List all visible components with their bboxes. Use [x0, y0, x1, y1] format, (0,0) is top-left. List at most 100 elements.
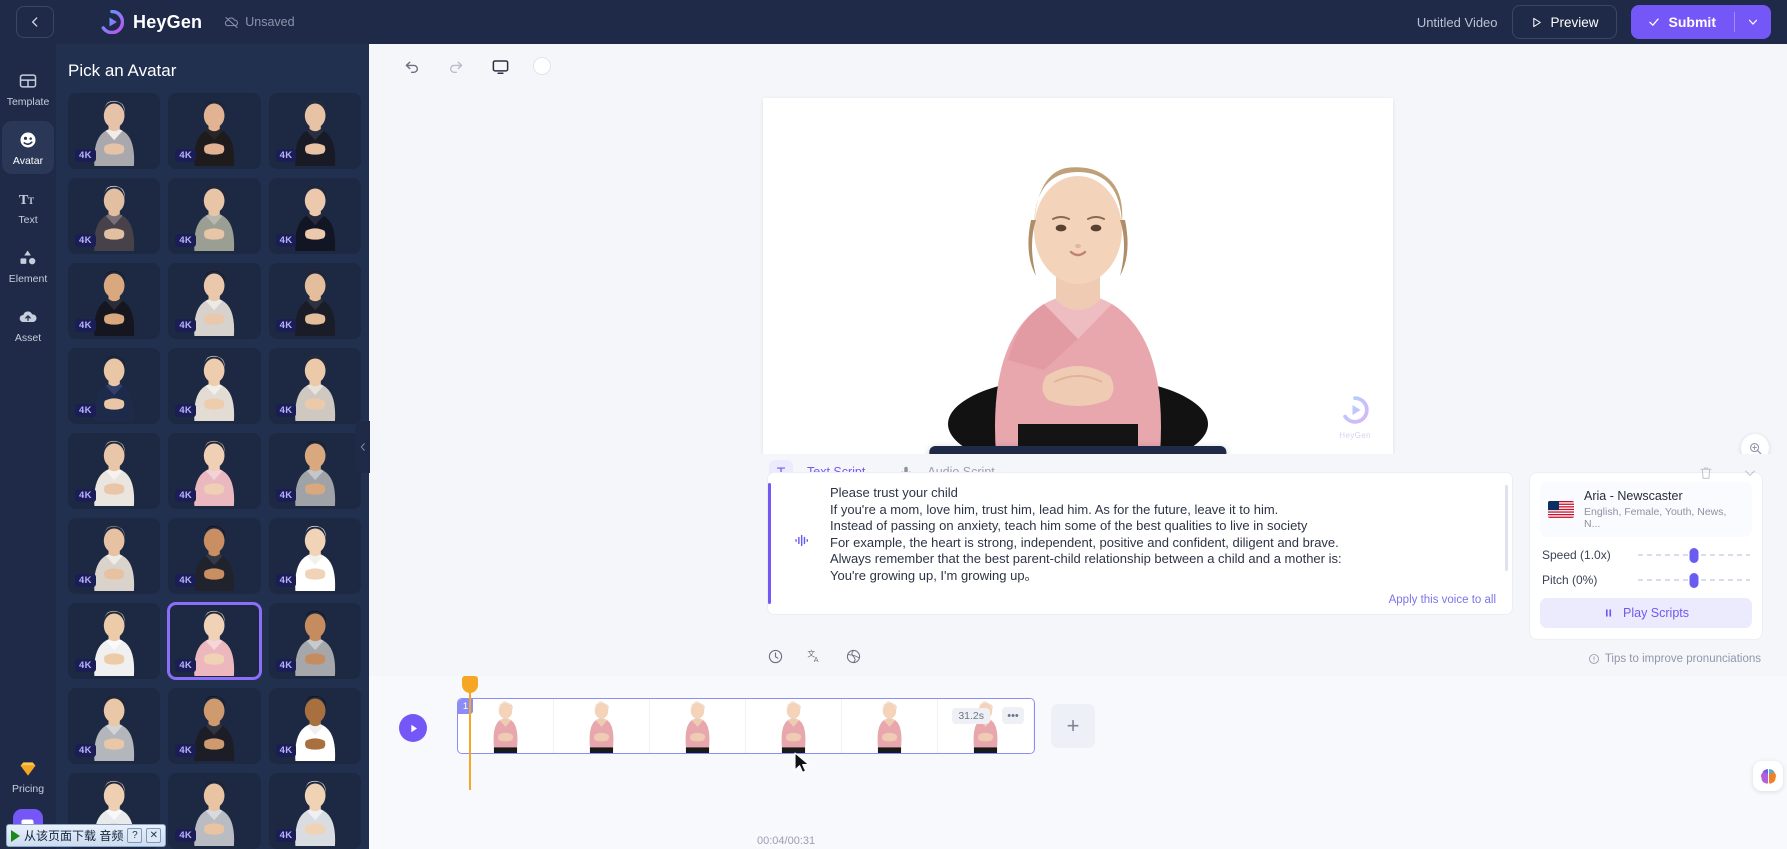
preview-button[interactable]: Preview	[1512, 5, 1617, 39]
script-line: Please trust your child	[830, 485, 1496, 502]
submit-button[interactable]: Submit	[1631, 5, 1734, 39]
quality-badge: 4K	[175, 574, 196, 587]
avatar-card[interactable]: 4K	[168, 518, 260, 594]
collapse-script-button[interactable]	[1739, 462, 1761, 484]
time-code: 00:04/00:31	[757, 835, 815, 847]
script-scrollbar[interactable]	[1505, 485, 1508, 571]
sidebar-item-asset[interactable]: Asset	[2, 298, 54, 351]
editor-area: HeyGen Avatar animation is available aft…	[369, 44, 1787, 849]
timeline: 1 31.2s ••• + 00:04/00:31	[369, 676, 1787, 849]
avatar-card[interactable]: 4K	[168, 348, 260, 424]
avatar-card[interactable]: 4K	[269, 773, 361, 849]
quality-badge: 4K	[276, 319, 297, 332]
translate-icon[interactable]: 文 A	[806, 648, 823, 670]
sidebar-item-template[interactable]: Template	[2, 62, 54, 115]
play-scripts-button[interactable]: Play Scripts	[1540, 598, 1752, 628]
avatar-card[interactable]: 4K	[68, 348, 160, 424]
sidebar-item-element[interactable]: Element	[2, 239, 54, 292]
ai-assistant-button[interactable]	[1753, 761, 1783, 791]
avatar-card[interactable]: 4K	[269, 688, 361, 764]
avatar-card[interactable]: 4K	[269, 178, 361, 254]
text-icon: T T	[18, 189, 38, 209]
avatar-card[interactable]: 4K	[68, 603, 160, 679]
avatar-card[interactable]: 4K	[168, 603, 260, 679]
back-button[interactable]	[16, 6, 54, 38]
svg-text:A: A	[814, 656, 819, 664]
document-title[interactable]: Untitled Video	[1417, 15, 1498, 30]
redo-button[interactable]	[445, 55, 467, 77]
speed-slider-thumb[interactable]	[1690, 548, 1699, 563]
clip-thumbnail	[842, 699, 938, 753]
avatar-card[interactable]: 4K	[68, 263, 160, 339]
delete-script-button[interactable]	[1695, 462, 1717, 484]
avatar-card[interactable]: 4K	[168, 773, 260, 849]
play-triangle-icon[interactable]	[11, 830, 20, 842]
submit-button-group[interactable]: Submit	[1631, 5, 1771, 39]
timeline-play-button[interactable]	[399, 714, 427, 742]
playhead[interactable]	[469, 680, 471, 790]
quality-badge: 4K	[175, 319, 196, 332]
quality-badge: 4K	[75, 489, 96, 502]
avatar-card[interactable]: 4K	[269, 348, 361, 424]
clip-more-button[interactable]: •••	[1002, 707, 1024, 724]
submit-dropdown-button[interactable]	[1735, 5, 1771, 39]
clip-duration: 31.2s	[952, 708, 990, 724]
chevron-down-icon	[1742, 465, 1758, 481]
avatar-card[interactable]: 4K	[168, 433, 260, 509]
video-canvas[interactable]: HeyGen Avatar animation is available aft…	[763, 98, 1393, 454]
pitch-slider-thumb[interactable]	[1690, 573, 1699, 588]
avatar-card[interactable]: 4K	[269, 93, 361, 169]
quality-badge: 4K	[75, 404, 96, 417]
download-helper-label[interactable]: 从该页面下载 音频	[24, 827, 123, 844]
quality-badge: 4K	[175, 829, 196, 842]
avatar-card[interactable]: 4K	[168, 93, 260, 169]
undo-button[interactable]	[401, 55, 423, 77]
speed-slider-row: Speed (1.0x)	[1540, 548, 1752, 562]
sidebar-item-avatar[interactable]: Avatar	[2, 121, 54, 174]
clock-icon[interactable]	[767, 648, 784, 670]
help-button[interactable]: ?	[127, 828, 142, 843]
timeline-clip[interactable]: 1 31.2s •••	[457, 698, 1035, 754]
avatar-card[interactable]: 4K	[269, 433, 361, 509]
sidebar-item-text[interactable]: T T Text	[2, 180, 54, 233]
avatar-card[interactable]: 4K	[68, 93, 160, 169]
background-color-button[interactable]	[533, 57, 551, 75]
avatar-card[interactable]: 4K	[68, 433, 160, 509]
avatar-card[interactable]: 4K	[68, 688, 160, 764]
sidebar-item-label: Asset	[15, 332, 41, 344]
screen-size-button[interactable]	[489, 55, 511, 77]
translate-icon: 文 A	[806, 648, 823, 665]
avatar-card[interactable]: 4K	[68, 178, 160, 254]
apply-voice-to-all-link[interactable]: Apply this voice to all	[830, 585, 1496, 606]
quality-badge: 4K	[75, 574, 96, 587]
avatar-card[interactable]: 4K	[168, 263, 260, 339]
speed-slider[interactable]	[1638, 549, 1750, 561]
close-icon[interactable]: ✕	[146, 828, 161, 843]
avatar-card[interactable]: 4K	[168, 178, 260, 254]
avatar-card[interactable]: 4K	[269, 518, 361, 594]
sidebar-item-pricing[interactable]: Pricing	[12, 759, 44, 795]
script-editor-card[interactable]: Please trust your childIf you're a mom, …	[767, 472, 1513, 615]
tips-link[interactable]: Tips to improve pronunciations	[1588, 653, 1761, 665]
speed-label: Speed (1.0x)	[1542, 548, 1638, 562]
playhead-handle[interactable]	[462, 676, 478, 693]
script-text[interactable]: Please trust your childIf you're a mom, …	[830, 485, 1496, 585]
avatar-card[interactable]: 4K	[269, 603, 361, 679]
add-scene-button[interactable]: +	[1051, 704, 1095, 748]
avatar-card[interactable]: 4K	[269, 263, 361, 339]
sidebar-item-label: Element	[9, 273, 48, 285]
panel-collapse-button[interactable]	[355, 421, 370, 473]
script-accent-bar	[768, 483, 771, 604]
avatar-card[interactable]: 4K	[168, 688, 260, 764]
ai-sparkle-icon[interactable]	[845, 648, 862, 670]
script-header: T Text Script Audio Script	[369, 454, 1787, 468]
top-bar: HeyGen Unsaved Untitled Video Preview Su…	[0, 0, 1787, 44]
voice-selector[interactable]: Aria - Newscaster English, Female, Youth…	[1540, 482, 1752, 537]
avatar-card[interactable]: 4K	[68, 518, 160, 594]
script-header-actions	[1695, 462, 1761, 484]
preview-avatar	[868, 124, 1288, 454]
quality-badge: 4K	[276, 234, 297, 247]
pitch-slider[interactable]	[1638, 574, 1750, 586]
clip-thumbnail	[650, 699, 746, 753]
quality-badge: 4K	[175, 234, 196, 247]
